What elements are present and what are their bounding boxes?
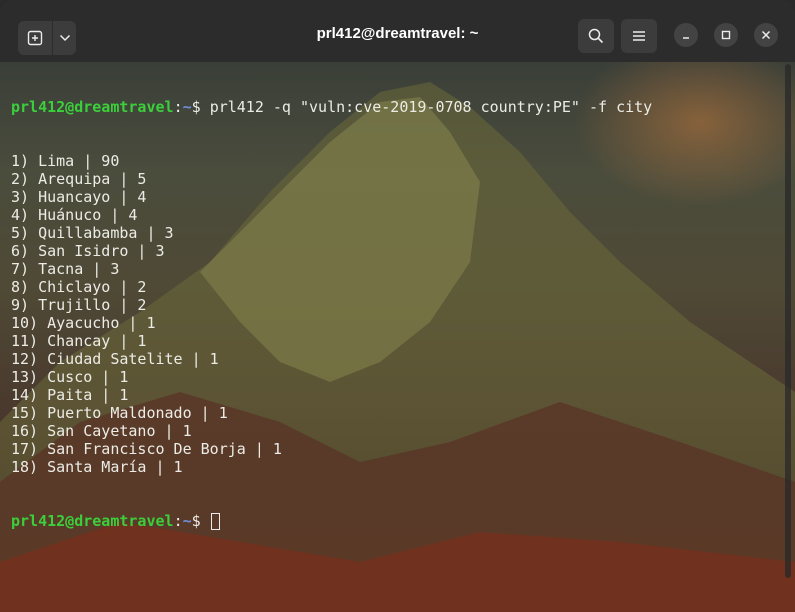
prompt-symbol: $ [191, 98, 210, 116]
search-button[interactable] [578, 19, 614, 53]
output-line: 9) Trujillo | 2 [11, 296, 147, 314]
output-line: 15) Puerto Maldonado | 1 [11, 404, 228, 422]
output-lines: 1) Lima | 90 2) Arequipa | 5 3) Huancayo |… [11, 152, 652, 476]
minimize-icon [683, 37, 689, 39]
output-line: 4) Huánuco | 4 [11, 206, 138, 224]
new-tab-split-button [18, 21, 76, 55]
close-button[interactable] [754, 23, 778, 47]
output-line: 13) Cusco | 1 [11, 368, 129, 386]
output-line: 14) Paita | 1 [11, 386, 129, 404]
close-icon [761, 30, 771, 40]
output-line: 3) Huancayo | 4 [11, 188, 147, 206]
terminal-window: prl412@dreamtravel: ~ prl412@dreamtravel… [0, 0, 795, 612]
output-line: 2) Arequipa | 5 [11, 170, 147, 188]
chevron-down-icon[interactable] [53, 21, 76, 55]
text-cursor [210, 513, 220, 530]
scrollbar[interactable] [785, 64, 791, 578]
output-line: 17) San Francisco De Borja | 1 [11, 440, 282, 458]
new-tab-icon[interactable] [18, 21, 52, 55]
output-line: 12) Ciudad Satelite | 1 [11, 350, 219, 368]
prompt-user: prl412@dreamtravel [11, 512, 174, 530]
output-line: 1) Lima | 90 [11, 152, 120, 170]
hamburger-menu-icon [633, 31, 645, 41]
maximize-button[interactable] [714, 23, 738, 47]
output-line: 5) Quillabamba | 3 [11, 224, 174, 242]
menu-button[interactable] [621, 19, 657, 53]
prompt-separator: : [173, 512, 183, 530]
output-line: 11) Chancay | 1 [11, 332, 147, 350]
output-line: 18) Santa María | 1 [11, 458, 183, 476]
current-prompt-line[interactable]: prl412@dreamtravel:~$ [11, 512, 652, 530]
title-bar[interactable]: prl412@dreamtravel: ~ [0, 0, 795, 62]
command-line: prl412@dreamtravel:~$ prl412 -q "vuln:cv… [11, 98, 652, 116]
output-line: 16) San Cayetano | 1 [11, 422, 192, 440]
prompt-symbol: $ [191, 512, 210, 530]
prompt-path: ~ [182, 512, 192, 530]
maximize-icon [721, 30, 731, 40]
minimize-button[interactable] [674, 23, 698, 47]
output-line: 10) Ayacucho | 1 [11, 314, 156, 332]
output-line: 7) Tacna | 3 [11, 260, 120, 278]
prompt-user: prl412@dreamtravel [11, 98, 174, 116]
terminal-output: prl412@dreamtravel:~$ prl412 -q "vuln:cv… [11, 62, 652, 566]
output-line: 6) San Isidro | 3 [11, 242, 165, 260]
prompt-path: ~ [182, 98, 192, 116]
prompt-separator: : [173, 98, 183, 116]
output-line: 8) Chiclayo | 2 [11, 278, 147, 296]
command-text: prl412 -q "vuln:cve-2019-0708 country:PE… [209, 98, 653, 116]
search-icon [588, 28, 604, 44]
terminal-area[interactable]: prl412@dreamtravel:~$ prl412 -q "vuln:cv… [0, 62, 795, 612]
